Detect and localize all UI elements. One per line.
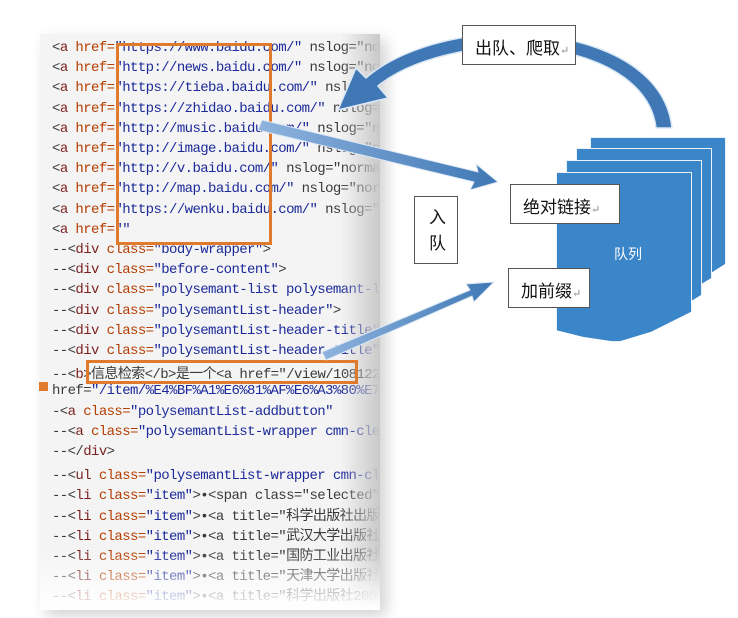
absolute-link-label: 绝对链接↵ bbox=[510, 184, 620, 224]
arrows-layer bbox=[257, 32, 673, 361]
add-prefix-label: 加前缀↵ bbox=[508, 268, 590, 308]
enqueue-label: 入队 bbox=[414, 196, 458, 264]
dequeue-crawl-label: 出队、爬取↵ bbox=[462, 25, 576, 65]
prefixed-link-arrow bbox=[321, 281, 496, 361]
add-prefix-text: 加前缀 bbox=[521, 282, 572, 301]
dequeue-crawl-text: 出队、爬取 bbox=[475, 39, 560, 58]
absolute-link-text: 绝对链接 bbox=[523, 198, 591, 217]
absolute-link-arrow bbox=[257, 119, 500, 191]
enqueue-text: 入队 bbox=[429, 208, 446, 253]
